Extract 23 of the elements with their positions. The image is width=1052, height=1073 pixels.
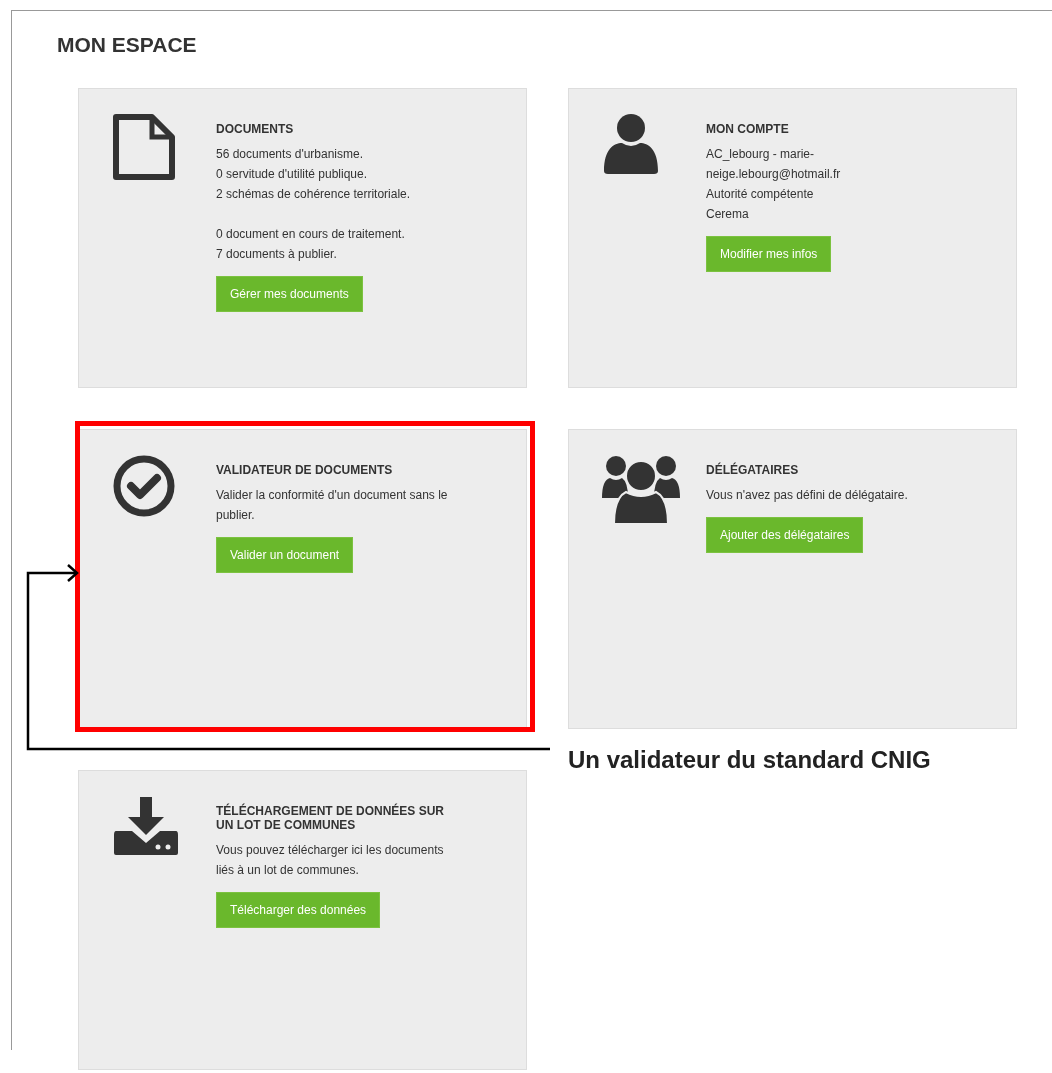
card-text: 0 document en cours de traitement. 7 documents à publier. <box>216 226 405 263</box>
card-text: Valider la conformité d'un document sans le publier. <box>216 487 448 524</box>
document-icon <box>112 113 176 181</box>
card-text: 56 documents d'urbanisme. 0 servitude d'utilité publique. 2 schémas de cohérence territoriale. <box>216 146 411 203</box>
page-title: MON ESPACE <box>57 33 197 57</box>
card-title: MON COMPTE <box>706 122 789 136</box>
user-icon <box>602 113 660 175</box>
card-text: AC_lebourg - marie- neige.lebourg@hotmail.fr Autorité compétente Cerema <box>706 146 841 223</box>
action-button[interactable]: Gérer mes documents <box>216 276 363 312</box>
annotation-label: Un validateur du standard CNIG <box>568 746 931 774</box>
card-title: VALIDATEUR DE DOCUMENTS <box>216 463 393 477</box>
card-text: Vous n'avez pas défini de délégataire. <box>706 487 908 504</box>
card-text: Vous pouvez télécharger ici les documents liés à un lot de communes. <box>216 842 444 879</box>
action-button[interactable]: Valider un document <box>216 537 354 573</box>
download-icon <box>112 795 180 857</box>
action-button[interactable]: Ajouter des délégataires <box>706 517 864 553</box>
users-icon <box>602 454 680 526</box>
action-button[interactable]: Télécharger des données <box>216 892 381 928</box>
action-button[interactable]: Modifier mes infos <box>706 236 832 272</box>
check-circle-icon <box>112 454 176 518</box>
card-title: DÉLÉGATAIRES <box>706 463 799 477</box>
card-title: DOCUMENTS <box>216 122 294 136</box>
card-title: TÉLÉCHARGEMENT DE DONNÉES SUR UN LOT DE COMMUNES <box>216 804 445 832</box>
